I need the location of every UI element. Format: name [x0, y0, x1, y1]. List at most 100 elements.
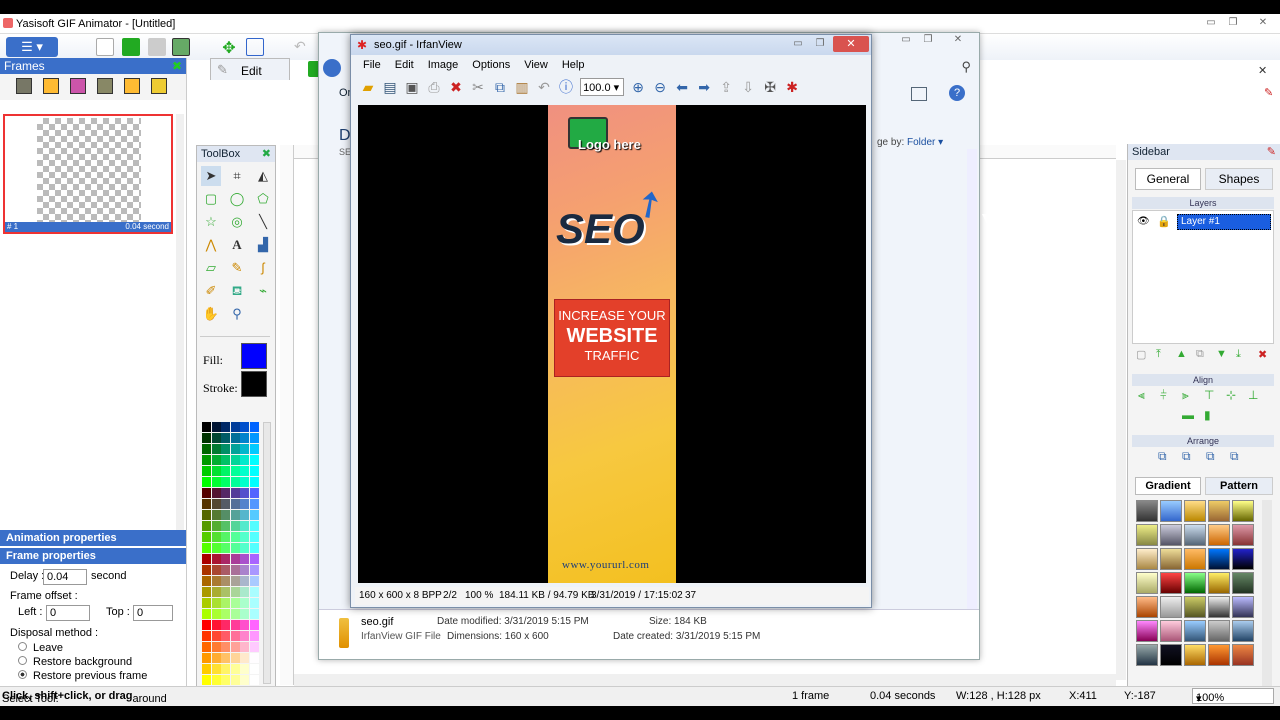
search-icon[interactable]: ⚲ — [961, 59, 971, 75]
palette-swatch[interactable] — [249, 433, 259, 443]
gradient-swatch[interactable] — [1160, 572, 1182, 594]
palette-swatch[interactable] — [249, 664, 259, 674]
palette-swatch[interactable] — [249, 675, 259, 685]
left-input[interactable]: 0 — [46, 605, 90, 621]
palette-swatch[interactable] — [230, 477, 240, 487]
palette-swatch[interactable] — [202, 433, 211, 443]
stroke-swatch[interactable] — [241, 371, 267, 397]
last-icon[interactable]: ⇩ — [737, 77, 759, 97]
palette-swatch[interactable] — [211, 675, 221, 685]
palette-swatch[interactable] — [221, 675, 230, 685]
palette-swatch[interactable] — [240, 642, 249, 652]
preview-pane-icon[interactable] — [911, 87, 927, 101]
pan-tool-icon[interactable]: ✋ — [201, 304, 221, 324]
palette-swatch[interactable] — [221, 466, 230, 476]
zoom-tool-icon[interactable]: ⚲ — [227, 304, 247, 324]
irfan-restore-icon[interactable]: ❐ — [809, 37, 831, 51]
gradient-swatch[interactable] — [1136, 644, 1158, 666]
paste-icon[interactable]: ▥ — [511, 77, 533, 97]
palette-swatch[interactable] — [211, 609, 221, 619]
menu-edit[interactable]: Edit — [395, 59, 414, 71]
palette-swatch[interactable] — [221, 488, 230, 498]
bezier-tool-icon[interactable]: ⋀ — [201, 235, 221, 255]
gradient-swatch[interactable] — [1208, 524, 1230, 546]
gradient-swatch[interactable] — [1160, 524, 1182, 546]
palette-swatch[interactable] — [230, 642, 240, 652]
gradient-swatch[interactable] — [1160, 620, 1182, 642]
palette-swatch[interactable] — [221, 664, 230, 674]
radio-icon[interactable] — [18, 642, 27, 651]
next-icon[interactable]: ➡ — [693, 77, 715, 97]
copy-icon[interactable]: ⧉ — [489, 77, 511, 97]
palette-swatch[interactable] — [202, 510, 211, 520]
layer-down-icon[interactable]: ▼ — [1216, 348, 1227, 360]
palette-swatch[interactable] — [202, 477, 211, 487]
menu-image[interactable]: Image — [428, 59, 459, 71]
palette-swatch[interactable] — [249, 642, 259, 652]
rectangle-tool-icon[interactable]: ▢ — [201, 189, 221, 209]
palette-swatch[interactable] — [230, 675, 240, 685]
palette-swatch[interactable] — [221, 587, 230, 597]
distribute-h-icon[interactable]: ▬ — [1182, 408, 1194, 422]
node-tool-icon[interactable]: ◭ — [253, 166, 273, 186]
gradient-swatch[interactable] — [1208, 500, 1230, 522]
disposal-restore-background[interactable]: Restore background — [18, 656, 132, 668]
palette-swatch[interactable] — [221, 422, 230, 432]
palette-swatch[interactable] — [202, 620, 211, 630]
panel-close-icon[interactable]: ✖ — [172, 60, 182, 72]
sidebar-pin-icon[interactable]: ✎ — [1267, 146, 1276, 158]
gradient-swatch[interactable] — [1136, 596, 1158, 618]
palette-swatch[interactable] — [202, 488, 211, 498]
gradient-swatch[interactable] — [1232, 596, 1254, 618]
gradient-swatch[interactable] — [1208, 548, 1230, 570]
move-frame-right-icon[interactable] — [151, 78, 167, 94]
palette-swatch[interactable] — [249, 576, 259, 586]
palette-swatch[interactable] — [211, 664, 221, 674]
tab-shapes[interactable]: Shapes — [1205, 168, 1273, 190]
palette-swatch[interactable] — [202, 466, 211, 476]
palette-swatch[interactable] — [249, 510, 259, 520]
zoom-dropdown[interactable]: 100% ▾ — [1192, 688, 1274, 705]
palette-swatch[interactable] — [240, 598, 249, 608]
gradient-swatch[interactable] — [1184, 572, 1206, 594]
palette-swatch[interactable] — [230, 510, 240, 520]
irfan-close-icon[interactable]: ✕ — [833, 36, 869, 52]
palette-swatch[interactable] — [211, 455, 221, 465]
new-icon[interactable] — [96, 38, 114, 56]
palette-swatch[interactable] — [230, 576, 240, 586]
menu-view[interactable]: View — [524, 59, 548, 71]
palette-swatch[interactable] — [202, 576, 211, 586]
palette-swatch[interactable] — [249, 422, 259, 432]
palette-swatch[interactable] — [240, 488, 249, 498]
gradient-swatch[interactable] — [1184, 548, 1206, 570]
palette-swatch[interactable] — [240, 433, 249, 443]
duplicate-frame-icon[interactable] — [70, 78, 86, 94]
distribute-v-icon[interactable]: ▮ — [1204, 408, 1211, 422]
cut-icon[interactable]: ✂ — [467, 77, 489, 97]
insert-frame-icon[interactable] — [43, 78, 59, 94]
palette-swatch[interactable] — [202, 543, 211, 553]
pencil-tool-icon[interactable]: ✎ — [227, 258, 247, 278]
palette-swatch[interactable] — [221, 554, 230, 564]
send-back-icon[interactable]: ⧉ — [1230, 449, 1239, 464]
palette-swatch[interactable] — [230, 554, 240, 564]
info-icon[interactable]: ⓘ — [555, 77, 577, 97]
palette-swatch[interactable] — [211, 444, 221, 454]
gradient-swatch[interactable] — [1136, 548, 1158, 570]
palette-swatch[interactable] — [221, 631, 230, 641]
select-tool-icon[interactable]: ➤ — [201, 166, 221, 186]
palette-swatch[interactable] — [202, 532, 211, 542]
palette-swatch[interactable] — [202, 587, 211, 597]
radio-icon[interactable] — [18, 656, 27, 665]
palette-swatch[interactable] — [221, 642, 230, 652]
palette-swatch[interactable] — [221, 565, 230, 575]
palette-swatch[interactable] — [211, 631, 221, 641]
palette-swatch[interactable] — [249, 455, 259, 465]
gradient-swatches[interactable] — [1136, 500, 1258, 686]
palette-swatch[interactable] — [221, 444, 230, 454]
palette-swatch[interactable] — [240, 422, 249, 432]
image-tool-icon[interactable]: ▟ — [253, 235, 273, 255]
gradient-swatch[interactable] — [1184, 644, 1206, 666]
explorer-minimize-icon[interactable]: ▭ — [895, 33, 917, 47]
layer-copy-icon[interactable]: ⧉ — [1196, 348, 1204, 361]
